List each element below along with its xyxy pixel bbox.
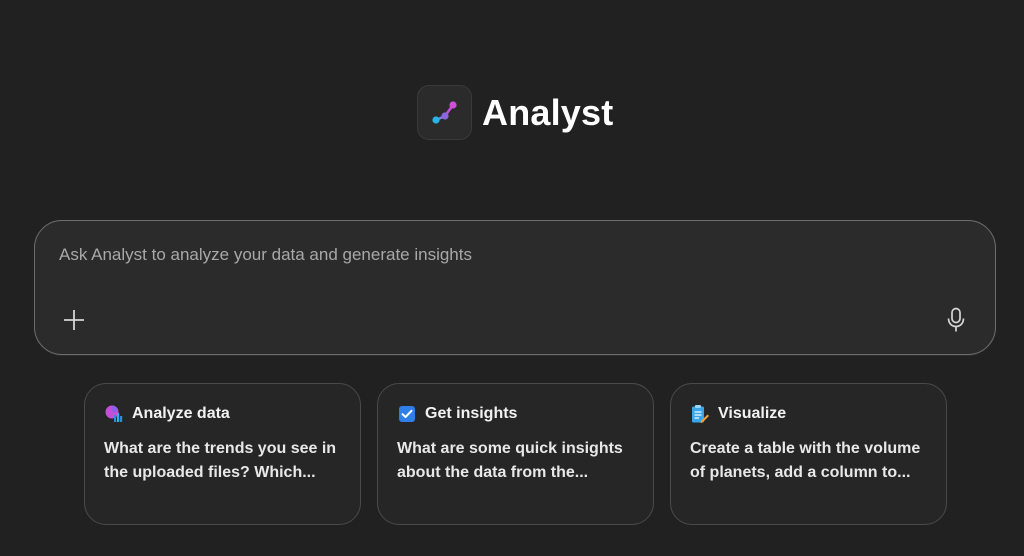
suggestion-card-visualize[interactable]: Visualize Create a table with the volume… [670, 383, 947, 525]
attach-button[interactable] [59, 305, 89, 335]
prompt-composer[interactable] [34, 220, 996, 355]
suggestion-text: What are the trends you see in the uploa… [104, 440, 337, 481]
analyze-data-icon [104, 404, 124, 424]
analyst-home: Analyst Ask Analyst to analyze your data… [0, 0, 1024, 556]
suggestion-card-get-insights[interactable]: Get insights What are some quick insight… [377, 383, 654, 525]
plus-icon [64, 310, 84, 330]
suggestion-title: Visualize [718, 405, 787, 422]
suggestion-card-analyze-data[interactable]: Analyze data What are the trends you see… [84, 383, 361, 525]
prompt-input[interactable] [59, 245, 939, 265]
suggestion-cards: Analyze data What are the trends you see… [84, 383, 947, 525]
brand-header: Analyst [417, 85, 613, 140]
checkbox-icon [397, 404, 417, 424]
suggestion-text: What are some quick insights about the d… [397, 440, 623, 481]
analyst-logo-icon [417, 85, 472, 140]
visualize-icon [690, 404, 710, 424]
suggestion-title: Analyze data [132, 405, 230, 422]
app-title: Analyst [482, 91, 614, 133]
microphone-icon [947, 307, 965, 332]
suggestion-title: Get insights [425, 405, 518, 422]
microphone-button[interactable] [941, 305, 971, 335]
suggestion-text: Create a table with the volume of planet… [690, 440, 921, 481]
